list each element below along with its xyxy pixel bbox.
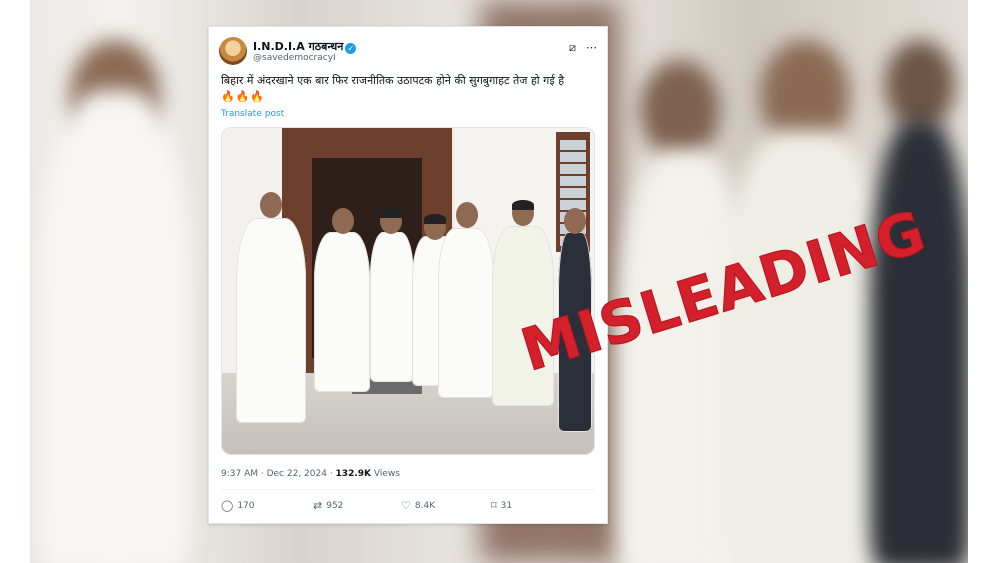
reply-button[interactable]: ◯ 170 [221, 499, 255, 512]
tweet-card: I.N.D.I.A गठबन्धन ✓ @savedemocracyI ⧄ ⋯ बि… [208, 26, 608, 524]
views-label: Views [373, 469, 400, 479]
bookmark-count: 31 [500, 501, 513, 511]
photo-person-head [332, 208, 354, 234]
tweet-date[interactable]: Dec 22, 2024 [267, 469, 327, 479]
tweet-time[interactable]: 9:37 AM [221, 469, 258, 479]
user-handle[interactable]: @savedemocracyI [253, 53, 336, 63]
tweet-actions: ◯ 170 ⇄ 952 ♡ 8.4K ⌑ 31 [221, 499, 595, 515]
avatar[interactable] [219, 37, 247, 65]
background-person-head [885, 40, 955, 130]
photo-person-head [456, 202, 478, 228]
divider [221, 489, 595, 490]
tweet-meta: 9:37 AM · Dec 22, 2024 · 132.9K Views [221, 469, 400, 479]
photo-person-head [564, 208, 586, 234]
verified-badge-icon: ✓ [345, 43, 357, 54]
background-person [40, 90, 190, 563]
photo-person [438, 228, 494, 398]
bookmark-button[interactable]: ⌑ 31 [491, 499, 512, 512]
repost-button[interactable]: ⇄ 952 [313, 499, 343, 512]
reply-icon: ◯ [221, 499, 234, 512]
bookmark-icon: ⌑ [491, 499, 497, 512]
repost-count: 952 [326, 501, 344, 511]
fire-emojis: 🔥🔥🔥 [221, 90, 266, 103]
tweet-text: बिहार में अंदरखाने एक बार फिर राजनीतिक उ… [221, 74, 565, 87]
background-frame-left [0, 0, 30, 563]
reply-count: 170 [237, 501, 255, 511]
photo-person [314, 232, 370, 392]
more-options-icon[interactable]: ⋯ [586, 41, 597, 54]
views-count: 132.9K [335, 469, 371, 479]
photo-person-head [260, 192, 282, 218]
like-icon: ♡ [401, 499, 411, 512]
photo-person-hair [380, 208, 402, 218]
photo-person-hair [512, 200, 534, 210]
repost-icon: ⇄ [313, 499, 323, 512]
background-person [870, 120, 970, 563]
photo-person-hair [424, 214, 446, 224]
like-button[interactable]: ♡ 8.4K [401, 499, 435, 512]
background-person-head [640, 60, 720, 160]
header-actions: ⧄ ⋯ [559, 41, 597, 55]
grok-icon[interactable]: ⧄ [569, 41, 576, 54]
display-name[interactable]: I.N.D.I.A गठबन्धन ✓ [253, 39, 357, 54]
like-count: 8.4K [414, 501, 436, 511]
background-frame-right [968, 0, 1000, 563]
tweet-header: I.N.D.I.A गठबन्धन ✓ @savedemocracyI ⧄ ⋯ [219, 35, 597, 69]
translate-post-link[interactable]: Translate post [221, 109, 284, 119]
photo-person [236, 218, 306, 423]
photo-person [370, 232, 414, 382]
